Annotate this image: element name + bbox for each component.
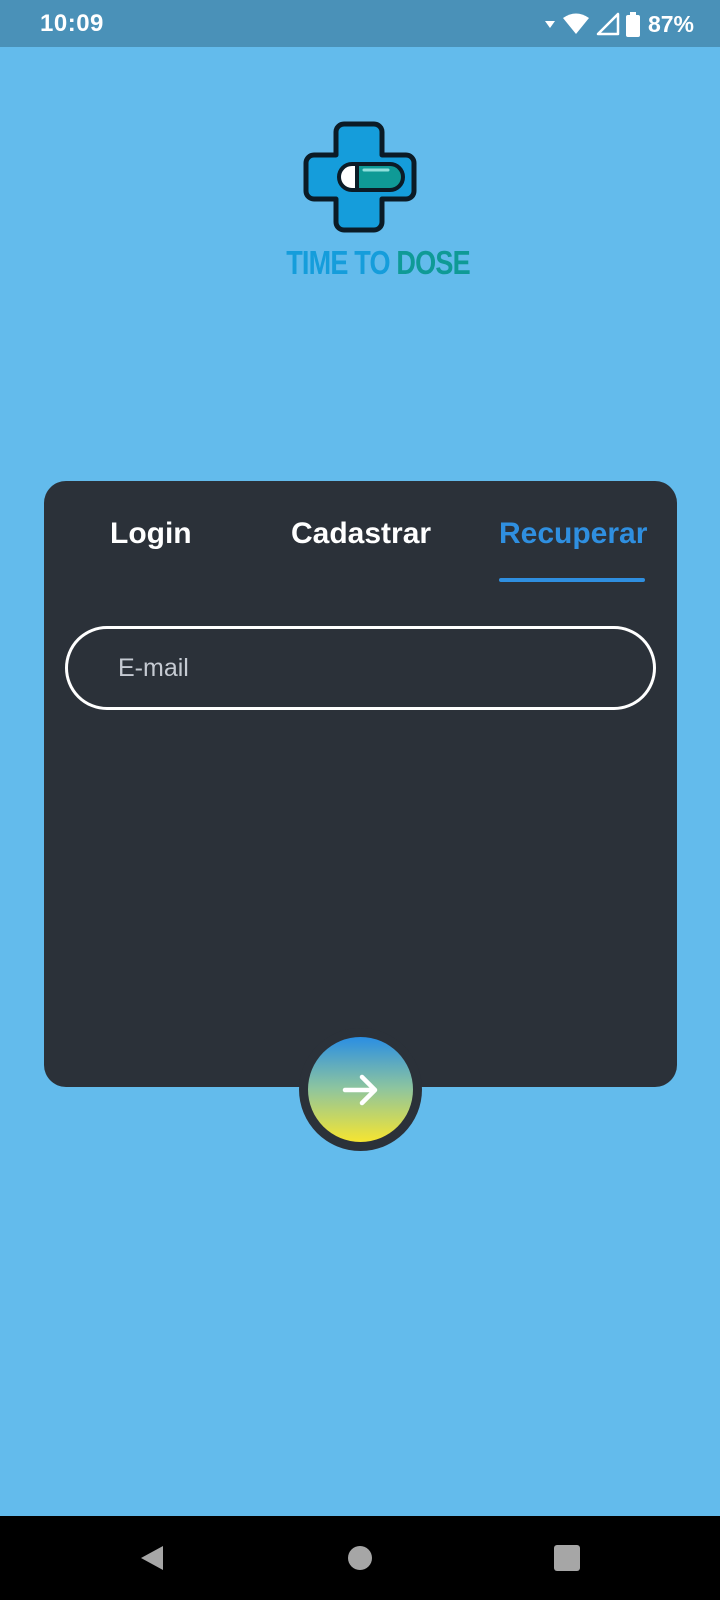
battery-percent: 87% xyxy=(647,10,694,37)
auth-card: Login Cadastrar Recuperar xyxy=(44,481,677,1087)
home-icon xyxy=(348,1546,372,1570)
nav-back-button[interactable] xyxy=(110,1516,194,1600)
data-arrow-icon xyxy=(544,21,555,28)
app-name-word1: TIME TO xyxy=(286,244,390,281)
nav-recents-button[interactable] xyxy=(525,1516,609,1600)
submit-button[interactable] xyxy=(308,1037,413,1142)
system-nav-bar xyxy=(0,1516,720,1600)
status-time: 10:09 xyxy=(40,10,104,37)
nav-home-button[interactable] xyxy=(318,1516,402,1600)
app-name-word2: DOSE xyxy=(396,244,470,281)
app-name: TIME TO DOSE xyxy=(286,244,470,282)
pill-cross-icon xyxy=(303,121,417,233)
tab-cadastrar[interactable]: Cadastrar xyxy=(291,517,431,551)
tab-login[interactable]: Login xyxy=(110,517,192,551)
active-tab-indicator xyxy=(499,578,645,582)
back-icon xyxy=(141,1546,163,1570)
status-bar: 10:09 87% xyxy=(0,0,720,47)
tab-recuperar[interactable]: Recuperar xyxy=(499,517,647,551)
email-field[interactable] xyxy=(65,626,656,710)
wifi-icon xyxy=(562,13,589,34)
recents-icon xyxy=(554,1545,580,1571)
battery-icon xyxy=(625,11,640,37)
app-logo: TIME TO DOSE xyxy=(270,118,471,288)
signal-icon xyxy=(596,12,620,36)
status-icons: 87% xyxy=(544,9,694,39)
arrow-right-icon xyxy=(342,1074,377,1105)
